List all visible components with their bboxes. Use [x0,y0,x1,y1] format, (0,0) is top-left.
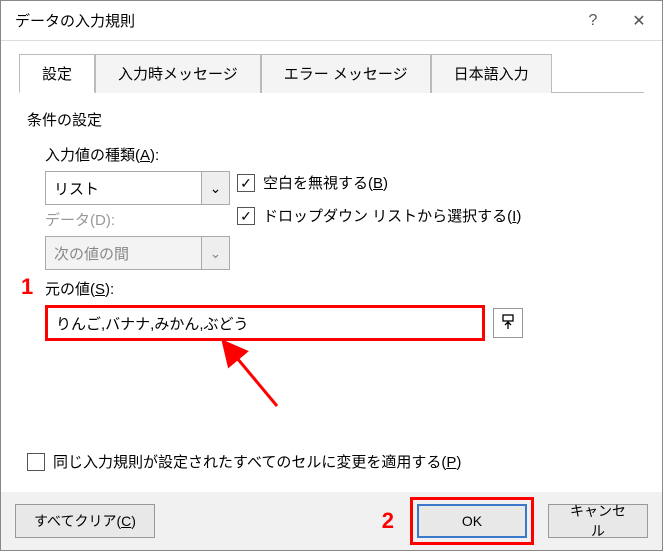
ignore-blank-checkbox[interactable]: ✓ 空白を無視する(B) [237,172,636,193]
section-title: 条件の設定 [27,109,636,130]
range-picker-icon [501,314,515,333]
allow-select[interactable]: リスト ⌄ [45,171,230,205]
annotation-arrow-icon [217,336,297,416]
dialog-window: データの入力規則 ? ✕ 設定 入力時メッセージ エラー メッセージ 日本語入力… [0,0,663,551]
ignore-blank-label: 空白を無視する(B) [263,172,388,193]
data-select-value: 次の値の間 [46,243,201,264]
apply-to-all-checkbox[interactable]: 同じ入力規則が設定されたすべてのセルに変更を適用する(P) [27,451,636,472]
tab-input-message[interactable]: 入力時メッセージ [95,54,261,93]
dialog-footer: すべてクリア(C) 2 OK キャンセル [1,492,662,550]
allow-select-value: リスト [46,178,201,199]
chevron-down-icon: ⌄ [210,245,222,262]
titlebar: データの入力規則 ? ✕ [1,1,662,41]
help-button[interactable]: ? [570,1,616,41]
tab-error-message[interactable]: エラー メッセージ [261,54,431,93]
data-label: データ(D): [45,209,237,230]
allow-label: 入力値の種類(A): [45,144,237,165]
help-icon: ? [589,12,598,30]
data-select: 次の値の間 ⌄ [45,236,230,270]
annotation-2: 2 [382,508,394,534]
close-button[interactable]: ✕ [616,1,662,41]
source-label: 元の値(S): [45,278,636,299]
clear-all-button[interactable]: すべてクリア(C) [15,504,155,538]
checkbox-checked-icon: ✓ [237,207,255,225]
checkbox-unchecked-icon [27,453,45,471]
ok-button-highlight: OK [410,497,534,545]
source-input[interactable] [45,305,485,341]
apply-to-all-label: 同じ入力規則が設定されたすべてのセルに変更を適用する(P) [53,451,461,472]
data-select-button: ⌄ [201,237,229,269]
tab-content: 条件の設定 入力値の種類(A): リスト ⌄ データ(D): 次の値の間 ⌄ ✓ [1,93,662,472]
tab-settings[interactable]: 設定 [19,54,95,93]
close-icon: ✕ [632,11,645,31]
chevron-down-icon: ⌄ [210,180,222,197]
annotation-1: 1 [21,274,33,300]
checkbox-checked-icon: ✓ [237,174,255,192]
cancel-button[interactable]: キャンセル [548,504,648,538]
range-picker-button[interactable] [493,308,523,338]
allow-select-button[interactable]: ⌄ [201,172,229,204]
tab-bar: 設定 入力時メッセージ エラー メッセージ 日本語入力 [19,53,644,93]
ok-button[interactable]: OK [417,504,527,538]
in-cell-dropdown-checkbox[interactable]: ✓ ドロップダウン リストから選択する(I) [237,205,636,226]
window-title: データの入力規則 [15,10,570,31]
in-cell-dropdown-label: ドロップダウン リストから選択する(I) [263,205,521,226]
tab-ime[interactable]: 日本語入力 [431,54,552,93]
